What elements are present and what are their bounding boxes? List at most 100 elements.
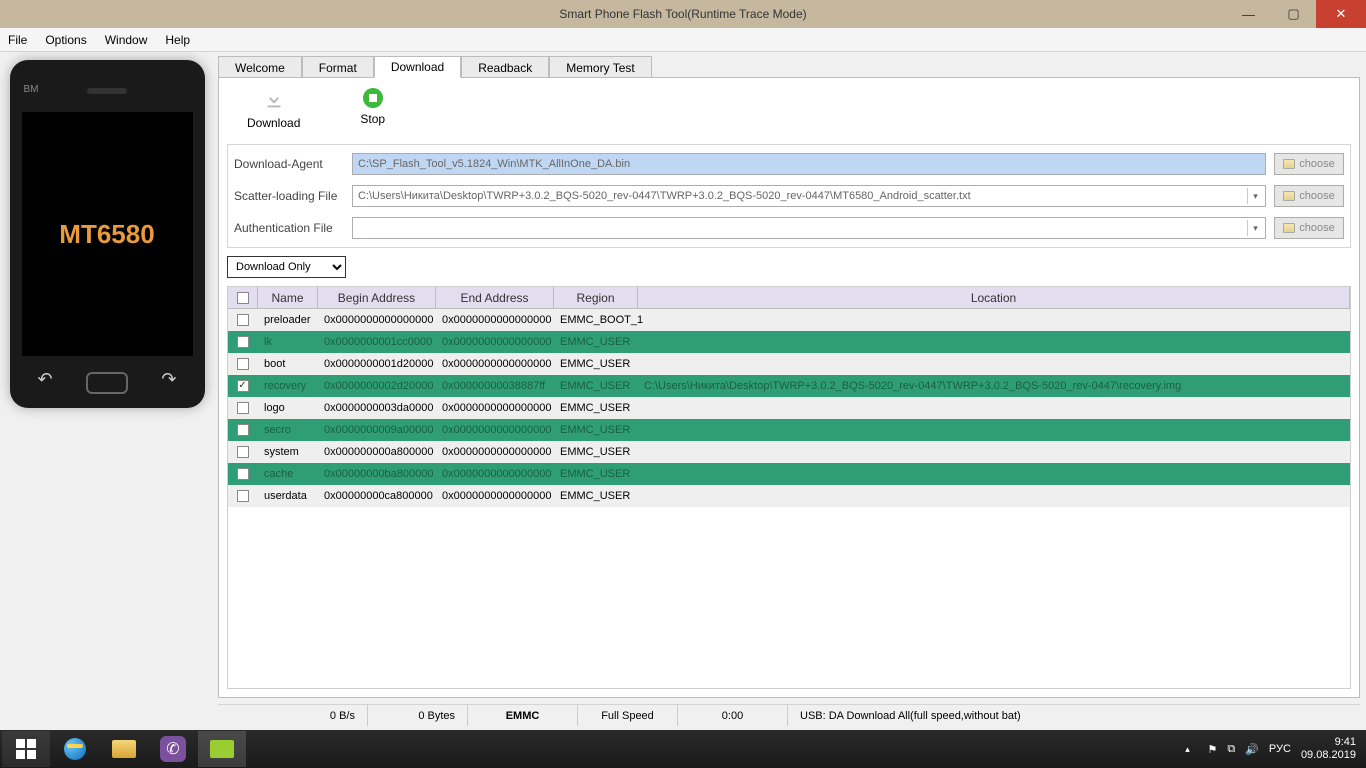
header-region[interactable]: Region [554, 287, 638, 308]
system-tray: ▴ ⚑ ⧉ 🔊 РУС 9:41 09.08.2019 [1173, 731, 1364, 767]
start-button[interactable] [2, 731, 50, 767]
cell-location [638, 331, 1350, 352]
tray-volume-icon[interactable]: 🔊 [1245, 743, 1259, 756]
phone-menu-icon: ↷ [161, 369, 176, 390]
row-checkbox[interactable] [228, 463, 258, 484]
chevron-down-icon[interactable]: ▾ [1247, 188, 1263, 204]
auth-label: Authentication File [234, 221, 344, 235]
cell-begin: 0x0000000003da0000 [318, 397, 436, 418]
header-end[interactable]: End Address [436, 287, 554, 308]
row-checkbox[interactable] [228, 331, 258, 352]
tab-welcome[interactable]: Welcome [218, 56, 302, 78]
table-row[interactable]: logo0x0000000003da00000x0000000000000000… [228, 397, 1350, 419]
menubar: File Options Window Help [0, 28, 1366, 52]
close-button[interactable]: ✕ [1316, 0, 1366, 28]
phone-speaker [87, 88, 127, 94]
tab-readback[interactable]: Readback [461, 56, 549, 78]
status-time: 0:00 [678, 705, 788, 726]
cell-begin: 0x0000000009a00000 [318, 419, 436, 440]
tray-clock[interactable]: 9:41 09.08.2019 [1301, 736, 1356, 762]
cell-location [638, 463, 1350, 484]
taskbar: ✆ ▴ ⚑ ⧉ 🔊 РУС 9:41 09.08.2019 [0, 730, 1366, 768]
header-begin[interactable]: Begin Address [318, 287, 436, 308]
cell-end: 0x0000000000000000 [436, 419, 554, 440]
cell-end: 0x0000000000000000 [436, 397, 554, 418]
phone-home-icon [86, 372, 128, 394]
table-row[interactable]: cache0x00000000ba8000000x000000000000000… [228, 463, 1350, 485]
tray-network-icon[interactable]: ⧉ [1227, 743, 1235, 756]
maximize-button[interactable]: ▢ [1271, 0, 1316, 28]
cell-name: secro [258, 419, 318, 440]
minimize-button[interactable]: — [1226, 0, 1271, 28]
menu-help[interactable]: Help [165, 33, 190, 47]
scatter-choose-button[interactable]: choose [1274, 185, 1344, 207]
da-input[interactable] [352, 153, 1266, 175]
toolbar: Download Stop [227, 86, 1351, 136]
status-storage: EMMC [468, 705, 578, 726]
da-choose-button[interactable]: choose [1274, 153, 1344, 175]
cell-name: recovery [258, 375, 318, 396]
scatter-input[interactable]: C:\Users\Никита\Desktop\TWRP+3.0.2_BQS-5… [352, 185, 1266, 207]
download-arrow-icon [262, 88, 286, 112]
cell-region: EMMC_USER [554, 441, 638, 462]
row-checkbox[interactable] [228, 485, 258, 506]
auth-input[interactable]: ▾ [352, 217, 1266, 239]
auth-choose-button[interactable]: choose [1274, 217, 1344, 239]
table-row[interactable]: ✓recovery0x0000000002d200000x00000000038… [228, 375, 1350, 397]
tab-memory-test[interactable]: Memory Test [549, 56, 651, 78]
header-checkbox[interactable] [228, 287, 258, 308]
tray-lang[interactable]: РУС [1269, 743, 1291, 755]
row-checkbox[interactable] [228, 441, 258, 462]
viber-icon: ✆ [160, 736, 186, 762]
row-checkbox[interactable] [228, 419, 258, 440]
cell-location [638, 485, 1350, 506]
cell-begin: 0x0000000000000000 [318, 309, 436, 330]
row-checkbox[interactable] [228, 353, 258, 374]
taskbar-ie[interactable] [51, 731, 99, 767]
download-button[interactable]: Download [247, 88, 300, 130]
menu-options[interactable]: Options [45, 33, 86, 47]
cell-begin: 0x000000000a800000 [318, 441, 436, 462]
cell-location [638, 353, 1350, 374]
chevron-down-icon[interactable]: ▾ [1247, 220, 1263, 236]
phone-mockup: BM MT6580 ↶ ↷ [10, 60, 205, 408]
cell-end: 0x0000000000000000 [436, 463, 554, 484]
table-row[interactable]: boot0x0000000001d200000x0000000000000000… [228, 353, 1350, 375]
tray-expand-icon[interactable]: ▴ [1181, 731, 1193, 767]
tab-format[interactable]: Format [302, 56, 374, 78]
cell-end: 0x0000000000000000 [436, 331, 554, 352]
cell-name: lk [258, 331, 318, 352]
da-label: Download-Agent [234, 157, 344, 171]
cell-region: EMMC_USER [554, 353, 638, 374]
tray-flag-icon[interactable]: ⚑ [1207, 743, 1217, 756]
table-row[interactable]: system0x000000000a8000000x00000000000000… [228, 441, 1350, 463]
cell-name: boot [258, 353, 318, 374]
menu-file[interactable]: File [8, 33, 27, 47]
mode-select[interactable]: Download Only [227, 256, 346, 278]
cell-location [638, 419, 1350, 440]
tab-download[interactable]: Download [374, 56, 461, 78]
taskbar-viber[interactable]: ✆ [149, 731, 197, 767]
folder-icon [112, 740, 136, 758]
stop-button[interactable]: Stop [360, 88, 385, 130]
cell-region: EMMC_USER [554, 463, 638, 484]
table-row[interactable]: userdata0x00000000ca8000000x000000000000… [228, 485, 1350, 507]
cell-name: logo [258, 397, 318, 418]
cell-begin: 0x0000000001cc0000 [318, 331, 436, 352]
table-row[interactable]: secro0x0000000009a000000x000000000000000… [228, 419, 1350, 441]
cell-name: preloader [258, 309, 318, 330]
cell-begin: 0x00000000ca800000 [318, 485, 436, 506]
menu-window[interactable]: Window [105, 33, 148, 47]
row-checkbox[interactable] [228, 397, 258, 418]
tabstrip: Welcome Format Download Readback Memory … [218, 56, 1360, 78]
taskbar-app[interactable] [198, 731, 246, 767]
row-checkbox[interactable] [228, 309, 258, 330]
phone-preview-panel: BM MT6580 ↶ ↷ [2, 56, 212, 726]
header-location[interactable]: Location [638, 287, 1350, 308]
table-row[interactable]: preloader0x00000000000000000x00000000000… [228, 309, 1350, 331]
row-checkbox[interactable]: ✓ [228, 375, 258, 396]
header-name[interactable]: Name [258, 287, 318, 308]
taskbar-explorer[interactable] [100, 731, 148, 767]
status-link: Full Speed [578, 705, 678, 726]
table-row[interactable]: lk0x0000000001cc00000x0000000000000000EM… [228, 331, 1350, 353]
